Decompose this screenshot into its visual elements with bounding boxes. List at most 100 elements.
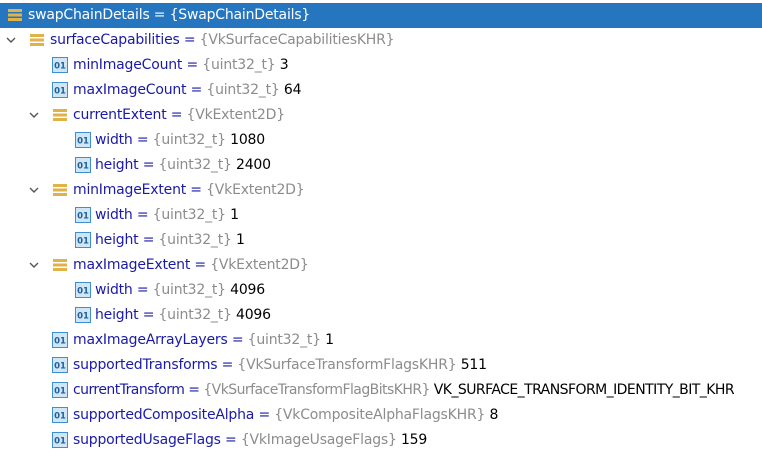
- tree-row-minimagecount[interactable]: 01 minImageCount = {uint32_t} 3: [0, 53, 762, 78]
- variable-type: {uint32_t}: [152, 282, 226, 298]
- variable-value: 1: [325, 332, 334, 348]
- object-icon: [29, 32, 45, 48]
- svg-text:01: 01: [54, 412, 66, 422]
- svg-text:01: 01: [54, 62, 66, 72]
- variable-entry: supportedCompositeAlpha = {VkCompositeAl…: [73, 407, 499, 423]
- tree-row-height[interactable]: 01 height = {uint32_t} 4096: [0, 303, 762, 328]
- variable-value: 3: [279, 57, 289, 73]
- variable-type: {VkSurfaceCapabilitiesKHR}: [199, 32, 395, 48]
- variable-type: {VkSurfaceTransformFlagsKHR}: [237, 357, 457, 373]
- tree-row-supportedtransforms[interactable]: 01 supportedTransforms = {VkSurfaceTrans…: [0, 353, 762, 378]
- tree-row-maximageextent[interactable]: maxImageExtent = {VkExtent2D}: [0, 253, 762, 278]
- variable-value: 1080: [230, 132, 265, 148]
- primitive-icon: 01: [75, 132, 91, 148]
- variable-value: 64: [283, 82, 302, 98]
- variable-name: height: [95, 232, 139, 248]
- variable-value: 4096: [230, 282, 265, 298]
- variable-name: minImageExtent: [73, 182, 187, 198]
- variable-name: maxImageArrayLayers: [73, 332, 228, 348]
- variable-type: {uint32_t}: [158, 232, 232, 248]
- variable-name: height: [95, 157, 139, 173]
- variable-name: width: [95, 132, 133, 148]
- variable-entry: width = {uint32_t} 4096: [95, 282, 265, 298]
- variable-name: supportedUsageFlags: [73, 432, 221, 448]
- variable-type: {uint32_t}: [202, 57, 276, 73]
- variable-name: maxImageExtent: [73, 257, 191, 273]
- tree-row-supportedcompositealpha[interactable]: 01 supportedCompositeAlpha = {VkComposit…: [0, 403, 762, 428]
- svg-text:01: 01: [54, 362, 66, 372]
- object-icon: [52, 182, 68, 198]
- svg-text:01: 01: [77, 312, 89, 322]
- primitive-icon: 01: [75, 307, 91, 323]
- variable-name: supportedCompositeAlpha: [73, 407, 255, 423]
- chevron-down-icon[interactable]: [28, 259, 40, 271]
- tree-row-supportedusageflags[interactable]: 01 supportedUsageFlags = {VkImageUsageFl…: [0, 428, 762, 453]
- tree-row-surfacecapabilities[interactable]: surfaceCapabilities = {VkSurfaceCapabili…: [0, 28, 762, 53]
- variable-type: {uint32_t}: [152, 207, 226, 223]
- variable-entry: height = {uint32_t} 4096: [95, 307, 271, 323]
- variable-entry: swapChainDetails = {SwapChainDetails}: [28, 7, 311, 23]
- variable-name: maxImageCount: [73, 82, 187, 98]
- variable-name: surfaceCapabilities: [50, 32, 180, 48]
- variable-entry: maxImageArrayLayers = {uint32_t} 1: [73, 332, 334, 348]
- primitive-icon: 01: [52, 432, 68, 448]
- variable-type: {VkExtent2D}: [210, 257, 309, 273]
- debugger-variables-tree: swapChainDetails = {SwapChainDetails} su…: [0, 0, 762, 452]
- variable-value: 159: [400, 432, 428, 448]
- variable-value: 1: [230, 207, 239, 223]
- tree-row-width[interactable]: 01 width = {uint32_t} 4096: [0, 278, 762, 303]
- variable-type: {VkExtent2D}: [186, 107, 286, 123]
- svg-text:01: 01: [77, 287, 89, 297]
- primitive-icon: 01: [75, 282, 91, 298]
- svg-text:01: 01: [54, 437, 66, 447]
- variable-name: supportedTransforms: [73, 357, 218, 373]
- tree-row-height[interactable]: 01 height = {uint32_t} 2400: [0, 153, 762, 178]
- tree-row-height[interactable]: 01 height = {uint32_t} 1: [0, 228, 762, 253]
- variable-entry: width = {uint32_t} 1: [95, 207, 239, 223]
- primitive-icon: 01: [52, 332, 68, 348]
- variable-entry: height = {uint32_t} 1: [95, 232, 245, 248]
- variable-type: {uint32_t}: [152, 132, 226, 148]
- primitive-icon: 01: [52, 382, 68, 398]
- variable-entry: currentTransform = {VkSurfaceTransformFl…: [73, 382, 735, 398]
- variable-type: {uint32_t}: [247, 332, 321, 348]
- variable-name: currentExtent: [73, 107, 167, 123]
- chevron-down-icon[interactable]: [5, 34, 17, 46]
- variable-type: {uint32_t}: [158, 157, 232, 173]
- primitive-icon: 01: [75, 207, 91, 223]
- svg-text:01: 01: [77, 212, 89, 222]
- variable-type: {VkImageUsageFlags}: [240, 432, 397, 448]
- tree-row-maximagecount[interactable]: 01 maxImageCount = {uint32_t} 64: [0, 78, 762, 103]
- primitive-icon: 01: [75, 232, 91, 248]
- primitive-icon: 01: [52, 407, 68, 423]
- variable-name: minImageCount: [73, 57, 183, 73]
- variable-entry: minImageExtent = {VkExtent2D}: [73, 182, 305, 198]
- variable-type: {VkSurfaceTransformFlagBitsKHR}: [203, 382, 430, 398]
- chevron-down-icon[interactable]: [28, 184, 40, 196]
- tree-row-swapchaindetails[interactable]: swapChainDetails = {SwapChainDetails}: [0, 3, 762, 28]
- variable-type: {uint32_t}: [206, 82, 280, 98]
- primitive-icon: 01: [52, 357, 68, 373]
- primitive-icon: 01: [75, 157, 91, 173]
- svg-text:01: 01: [54, 87, 66, 97]
- tree-row-minimageextent[interactable]: minImageExtent = {VkExtent2D}: [0, 178, 762, 203]
- variable-value: VK_SURFACE_TRANSFORM_IDENTITY_BIT_KHR: [433, 382, 735, 398]
- svg-text:01: 01: [54, 387, 66, 397]
- variable-value: 1: [235, 232, 245, 248]
- tree-row-currentextent[interactable]: currentExtent = {VkExtent2D}: [0, 103, 762, 128]
- variable-name: width: [95, 207, 133, 223]
- variable-entry: supportedTransforms = {VkSurfaceTransfor…: [73, 357, 487, 373]
- object-icon: [52, 257, 68, 273]
- tree-row-currenttransform[interactable]: 01 currentTransform = {VkSurfaceTransfor…: [0, 378, 762, 403]
- svg-text:01: 01: [77, 162, 89, 172]
- chevron-down-icon[interactable]: [28, 109, 40, 121]
- variable-type: {VkExtent2D}: [206, 182, 305, 198]
- variable-entry: height = {uint32_t} 2400: [95, 157, 271, 173]
- tree-row-maximagearraylayers[interactable]: 01 maxImageArrayLayers = {uint32_t} 1: [0, 328, 762, 353]
- tree-row-width[interactable]: 01 width = {uint32_t} 1: [0, 203, 762, 228]
- variable-name: height: [95, 307, 139, 323]
- variable-value: 8: [489, 407, 499, 423]
- variable-name: swapChainDetails: [28, 7, 150, 23]
- tree-row-width[interactable]: 01 width = {uint32_t} 1080: [0, 128, 762, 153]
- variable-name: currentTransform: [73, 382, 185, 398]
